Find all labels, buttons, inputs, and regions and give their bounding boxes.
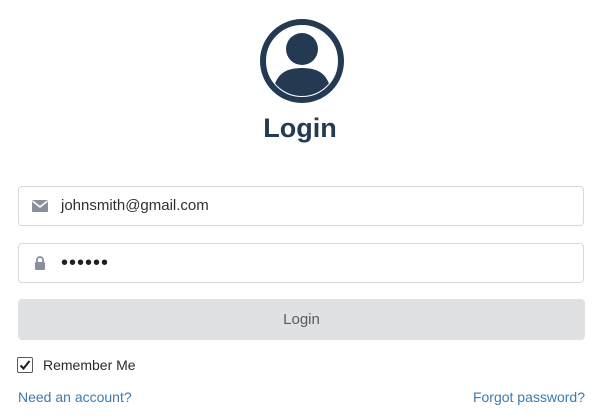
checkmark-icon: [19, 360, 31, 370]
email-value: johnsmith@gmail.com: [61, 197, 209, 214]
need-account-link[interactable]: Need an account?: [18, 389, 132, 405]
login-page: Login johnsmith@gmail.com •••••• Login R…: [0, 0, 600, 419]
login-button[interactable]: Login: [18, 299, 585, 340]
password-value: ••••••: [61, 252, 110, 274]
forgot-password-link[interactable]: Forgot password?: [473, 389, 585, 405]
password-field[interactable]: ••••••: [18, 243, 584, 283]
remember-me[interactable]: Remember Me: [17, 355, 136, 375]
envelope-icon: [32, 199, 48, 213]
remember-me-checkbox[interactable]: [17, 357, 33, 373]
page-title: Login: [263, 113, 337, 143]
lock-icon: [32, 256, 48, 270]
email-field[interactable]: johnsmith@gmail.com: [18, 186, 584, 226]
user-avatar-icon: [259, 18, 345, 104]
remember-me-label: Remember Me: [43, 357, 136, 373]
